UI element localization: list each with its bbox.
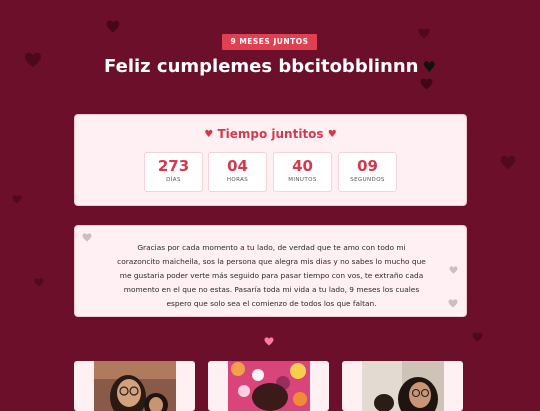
days-box: 273 DÍAS [144,152,203,192]
heart-icon [500,155,516,170]
minutes-value: 40 [292,157,313,175]
heart-icon [264,337,274,346]
seconds-value: 09 [357,157,378,175]
title-text: Feliz cumplemes bbcitobblinnn [104,56,419,77]
photo[interactable] [94,361,176,411]
message-card: Gracias por cada momento a tu lado, de v… [74,225,467,317]
heart-icon: ♥ [204,129,214,140]
heart-icon [82,233,92,242]
photo[interactable] [362,361,444,411]
months-badge: 9 MESES JUNTOS [222,34,317,50]
countdown-heading: ♥ Tiempo juntitos ♥ [75,127,466,141]
photo[interactable] [228,361,310,411]
days-value: 273 [157,157,190,175]
hours-box: 04 HORAS [208,152,267,192]
countdown-heading-text: Tiempo juntitos [217,127,324,141]
heart-icon [420,78,433,90]
photo-card[interactable] [208,361,329,411]
heart-icon [418,28,430,39]
heart-icon [12,195,22,204]
minutes-label: MINUTOS [288,177,317,183]
page-title: Feliz cumplemes bbcitobblinnn ♥ [0,56,540,77]
heart-icon: ♥ [327,129,337,140]
seconds-box: 09 SEGUNDOS [338,152,397,192]
heart-icon [34,278,44,287]
heart-icon [106,20,120,33]
heart-icon [449,266,458,274]
hours-value: 04 [227,157,248,175]
seconds-label: SEGUNDOS [350,177,385,183]
minutes-box: 40 MINUTOS [273,152,332,192]
love-message: Gracias por cada momento a tu lado, de v… [117,243,426,308]
page: { "header": { "badge": "9 MESES JUNTOS",… [0,0,540,411]
days-label: DÍAS [166,177,181,183]
photo-card[interactable] [342,361,463,411]
countdown-card: ♥ Tiempo juntitos ♥ 273 DÍAS 04 HORAS 40… [74,114,467,206]
heart-icon [472,332,483,342]
hours-label: HORAS [226,177,249,183]
heart-icon: ♥ [422,58,436,76]
photo-card[interactable] [74,361,195,411]
heart-icon [448,299,458,308]
